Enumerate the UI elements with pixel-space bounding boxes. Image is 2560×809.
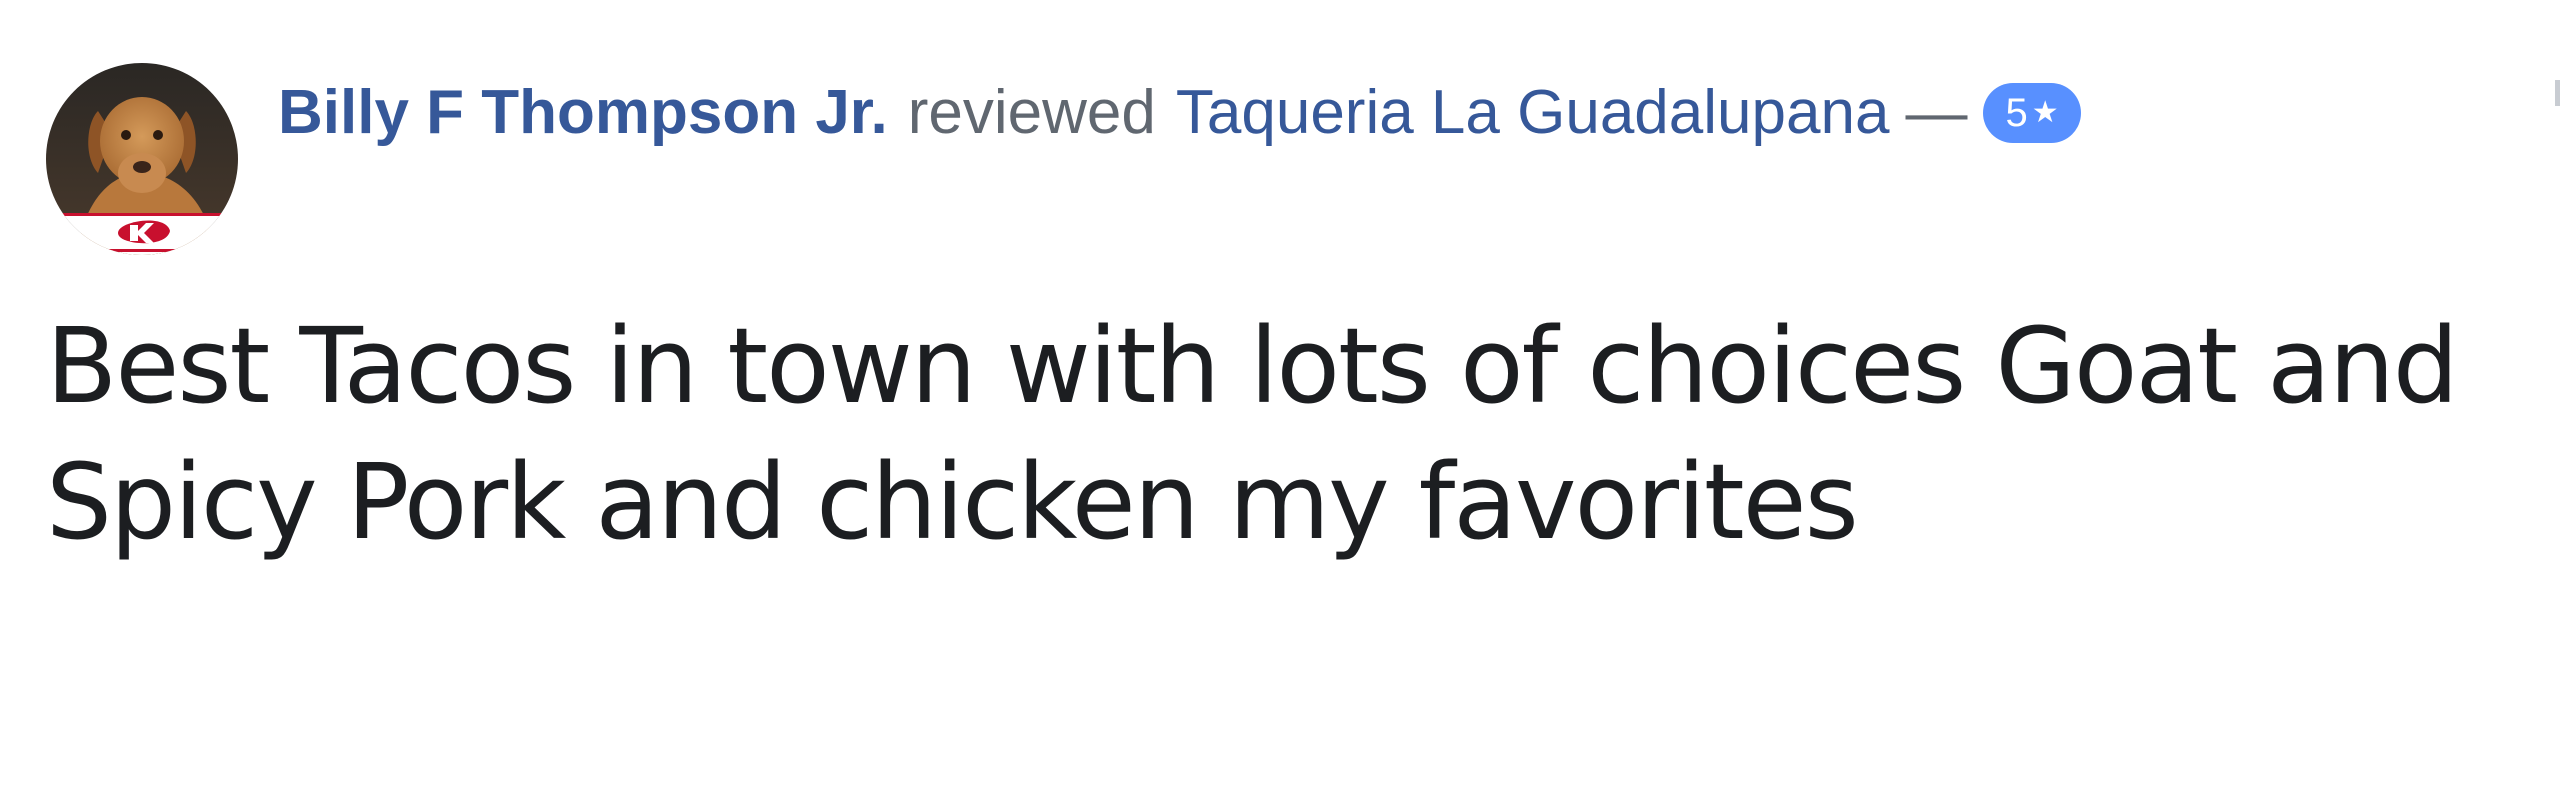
separator: — xyxy=(1905,78,1968,147)
rating-badge[interactable]: 5 ★ xyxy=(1983,83,2081,143)
edge-divider xyxy=(2555,80,2560,106)
star-icon: ★ xyxy=(2031,96,2059,129)
review-text: Best Tacos in town with lots of choices … xyxy=(46,305,2459,563)
reviewer-name-link[interactable]: Billy F Thompson Jr. xyxy=(278,68,888,158)
review-action-text: reviewed xyxy=(907,78,1156,147)
avatar[interactable] xyxy=(46,63,238,255)
review-card: Billy F Thompson Jr. reviewed Taqueria L… xyxy=(0,0,2560,809)
business-page-link[interactable]: Taqueria La Guadalupana xyxy=(1176,68,1890,158)
rating-value: 5 xyxy=(2005,91,2028,135)
review-header: Billy F Thompson Jr. reviewed Taqueria L… xyxy=(278,68,2081,158)
avatar-dog-photo xyxy=(46,63,238,255)
